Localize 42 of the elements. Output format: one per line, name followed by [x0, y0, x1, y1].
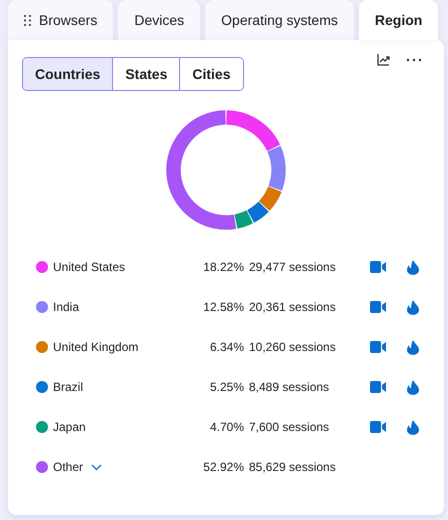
country-name: Other	[53, 460, 84, 474]
country-name: Brazil	[53, 380, 84, 394]
tab[interactable]: Browsers	[8, 0, 114, 40]
session-count: 7,600 sessions	[249, 420, 330, 434]
line-chart-icon[interactable]	[375, 51, 392, 68]
session-count: 20,361 sessions	[249, 300, 337, 314]
flame-icon[interactable]	[407, 380, 419, 394]
flame-icon[interactable]	[407, 420, 419, 434]
percentage: 4.70%	[208, 420, 244, 434]
tab-label: Browsers	[39, 12, 98, 28]
chevron-down-icon[interactable]	[91, 464, 102, 470]
country-name: United States	[53, 260, 126, 274]
tab-label: Region	[374, 12, 422, 28]
segment-button[interactable]: Countries	[23, 58, 112, 90]
percentage: 6.34%	[208, 340, 244, 354]
video-camera-icon[interactable]	[370, 261, 386, 273]
video-camera-icon[interactable]	[370, 421, 386, 433]
tab-label: Devices	[134, 12, 184, 28]
session-count: 8,489 sessions	[249, 380, 330, 394]
drag-handle-icon[interactable]	[24, 14, 31, 26]
tab[interactable]: Operating systems	[205, 0, 354, 40]
country-name: India	[53, 300, 80, 314]
session-count: 85,629 sessions	[249, 460, 337, 474]
flame-icon[interactable]	[407, 340, 419, 354]
percentage: 5.25%	[208, 380, 244, 394]
flame-icon[interactable]	[407, 300, 419, 314]
session-count: 10,260 sessions	[249, 340, 337, 354]
tab-label: Operating systems	[221, 12, 338, 28]
tab[interactable]: Region	[358, 0, 438, 40]
percentage: 18.22%	[202, 260, 244, 274]
tab[interactable]: Devices	[118, 0, 200, 40]
video-camera-icon[interactable]	[370, 301, 386, 313]
country-name: United Kingdom	[53, 340, 138, 354]
video-camera-icon[interactable]	[370, 341, 386, 353]
country-name: Japan	[53, 420, 86, 434]
flame-icon[interactable]	[407, 260, 419, 274]
session-count: 29,477 sessions	[249, 260, 337, 274]
donut-slice	[247, 202, 268, 222]
segment-button[interactable]: Cities	[179, 58, 242, 90]
percentage: 12.58%	[202, 300, 244, 314]
video-camera-icon[interactable]	[370, 381, 386, 393]
percentage: 52.92%	[202, 460, 244, 474]
